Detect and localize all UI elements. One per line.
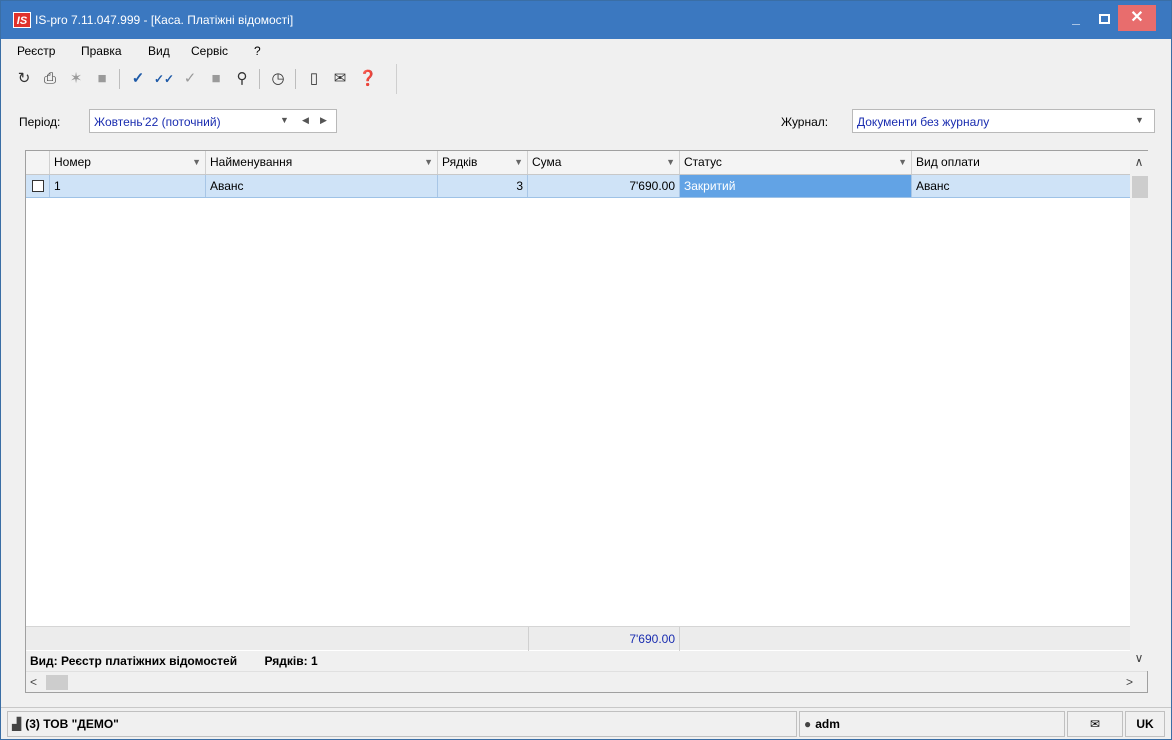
- journal-combo[interactable]: Документи без журналу ▼: [852, 109, 1155, 133]
- user-name: adm: [815, 717, 840, 731]
- company-segment[interactable]: ▟ (3) ТОВ "ДЕМО": [7, 711, 797, 737]
- row-checkbox[interactable]: [32, 180, 44, 192]
- title-bar[interactable]: IS IS-pro 7.11.047.999 - [Каса. Платіжні…: [1, 1, 1171, 39]
- filter-arrow-icon[interactable]: ▼: [424, 151, 433, 174]
- column-header-name[interactable]: Найменування ▼: [206, 151, 438, 174]
- chevron-left-icon[interactable]: ◀: [302, 115, 309, 126]
- menu-bar: Реєстр Правка Вид Сервіс ?: [1, 39, 1171, 63]
- cell-rows[interactable]: 3: [438, 175, 528, 197]
- documents-grid: Номер ▼ Найменування ▼ Рядків ▼ Сума ▼ С…: [25, 150, 1148, 693]
- search-icon[interactable]: ⚲: [231, 68, 253, 90]
- column-header-label: Сума: [532, 155, 562, 169]
- chevron-down-icon[interactable]: ∨: [1130, 651, 1148, 665]
- toolbar-separator: [259, 69, 260, 89]
- menu-service[interactable]: Сервіс: [191, 44, 228, 58]
- toolbar: ↻ ⎙ ✶ ■ ✓ ✓✓ ✓ ■ ⚲ ◷ ▯ ✉ ❓: [9, 64, 397, 94]
- column-header-rows[interactable]: Рядків ▼: [438, 151, 528, 174]
- table-row[interactable]: 1 Аванс 3 7'690.00 Закритий Аванс: [26, 175, 1130, 198]
- block-icon[interactable]: ■: [205, 68, 227, 90]
- rows-count-label: Рядків: 1: [264, 654, 318, 668]
- toolbar-separator: [295, 69, 296, 89]
- document-icon[interactable]: ▯: [303, 68, 325, 90]
- vertical-scroll-thumb[interactable]: [1132, 176, 1148, 198]
- horizontal-scroll-thumb[interactable]: [46, 675, 68, 690]
- column-header-status[interactable]: Статус ▼: [680, 151, 912, 174]
- journal-label: Журнал:: [781, 115, 829, 129]
- status-bar: ▟ (3) ТОВ "ДЕМО" ● adm ✉ UK: [1, 707, 1171, 739]
- period-value: Жовтень'22 (поточний): [94, 115, 221, 129]
- menu-help[interactable]: ?: [254, 44, 261, 58]
- print-icon[interactable]: ⎙: [39, 68, 61, 90]
- chevron-down-icon[interactable]: ▼: [280, 115, 289, 125]
- menu-registry[interactable]: Реєстр: [17, 44, 55, 58]
- copy-icon[interactable]: ■: [91, 68, 113, 90]
- cell-payment-type[interactable]: Аванс: [912, 175, 1130, 197]
- maximize-button[interactable]: [1087, 5, 1121, 31]
- filter-arrow-icon[interactable]: ▼: [514, 151, 523, 174]
- grid-status-line: Вид: Реєстр платіжних відомостей Рядків:…: [26, 651, 1130, 671]
- chevron-up-icon[interactable]: ∧: [1130, 155, 1148, 169]
- column-header-sum[interactable]: Сума ▼: [528, 151, 680, 174]
- column-header-label: Найменування: [210, 155, 293, 169]
- close-button[interactable]: ✕: [1118, 5, 1156, 31]
- header-checkbox-column: [26, 151, 50, 174]
- cell-number[interactable]: 1: [50, 175, 206, 197]
- chevron-right-icon[interactable]: >: [1126, 675, 1133, 689]
- vertical-scrollbar[interactable]: ∧ ∨: [1130, 151, 1148, 671]
- column-header-label: Вид оплати: [916, 155, 980, 169]
- maximize-icon: [1098, 14, 1110, 25]
- column-header-label: Статус: [684, 155, 722, 169]
- filters-panel: Період: Жовтень'22 (поточний) ▼ ◀ ▶ Журн…: [1, 101, 1171, 141]
- app-window: IS IS-pro 7.11.047.999 - [Каса. Платіжні…: [0, 0, 1172, 740]
- chevron-right-icon[interactable]: ▶: [320, 115, 327, 126]
- chevron-down-icon[interactable]: ▼: [1135, 115, 1144, 125]
- user-segment[interactable]: ● adm: [799, 711, 1065, 737]
- cell-status[interactable]: Закритий: [680, 175, 912, 197]
- chevron-left-icon[interactable]: <: [30, 675, 37, 689]
- window-title: IS-pro 7.11.047.999 - [Каса. Платіжні ві…: [35, 13, 294, 27]
- column-header-payment-type[interactable]: Вид оплати: [912, 151, 1130, 174]
- period-combo[interactable]: Жовтень'22 (поточний) ▼ ◀ ▶: [89, 109, 337, 133]
- mail-icon[interactable]: ✉: [329, 68, 351, 90]
- column-header-number[interactable]: Номер ▼: [50, 151, 206, 174]
- app-logo: IS: [13, 12, 31, 28]
- cell-name[interactable]: Аванс: [206, 175, 438, 197]
- mail-icon: ✉: [1089, 717, 1101, 731]
- menu-view[interactable]: Вид: [148, 44, 170, 58]
- grid-header: Номер ▼ Найменування ▼ Рядків ▼ Сума ▼ С…: [26, 151, 1130, 175]
- filter-arrow-icon[interactable]: ▼: [192, 151, 201, 174]
- total-sum: 7'690.00: [528, 627, 680, 651]
- horizontal-scrollbar[interactable]: < >: [26, 671, 1147, 692]
- journal-value: Документи без журналу: [857, 115, 990, 129]
- check-all-icon[interactable]: ✓✓: [153, 68, 175, 90]
- toolbar-separator: [119, 69, 120, 89]
- period-label: Період:: [19, 115, 61, 129]
- calendar-icon[interactable]: ◷: [267, 68, 289, 90]
- company-name: (3) ТОВ "ДЕМО": [25, 717, 119, 731]
- mail-status-button[interactable]: ✉: [1067, 711, 1123, 737]
- totals-row: 7'690.00: [26, 626, 1130, 651]
- column-header-label: Номер: [54, 155, 91, 169]
- check-icon[interactable]: ✓: [127, 68, 149, 90]
- new-document-icon[interactable]: ✶: [65, 68, 87, 90]
- filter-arrow-icon[interactable]: ▼: [666, 151, 675, 174]
- refresh-icon[interactable]: ↻: [13, 68, 35, 90]
- cell-sum[interactable]: 7'690.00: [528, 175, 680, 197]
- view-label: Вид: Реєстр платіжних відомостей: [30, 654, 238, 668]
- column-header-label: Рядків: [442, 155, 478, 169]
- menu-edit[interactable]: Правка: [81, 44, 122, 58]
- uncheck-icon[interactable]: ✓: [179, 68, 201, 90]
- language-indicator[interactable]: UK: [1125, 711, 1165, 737]
- help-icon[interactable]: ❓: [357, 68, 379, 90]
- factory-icon: ▟: [12, 717, 22, 731]
- filter-arrow-icon[interactable]: ▼: [898, 151, 907, 174]
- user-icon: ●: [804, 717, 812, 731]
- row-checkbox-cell: [26, 175, 50, 197]
